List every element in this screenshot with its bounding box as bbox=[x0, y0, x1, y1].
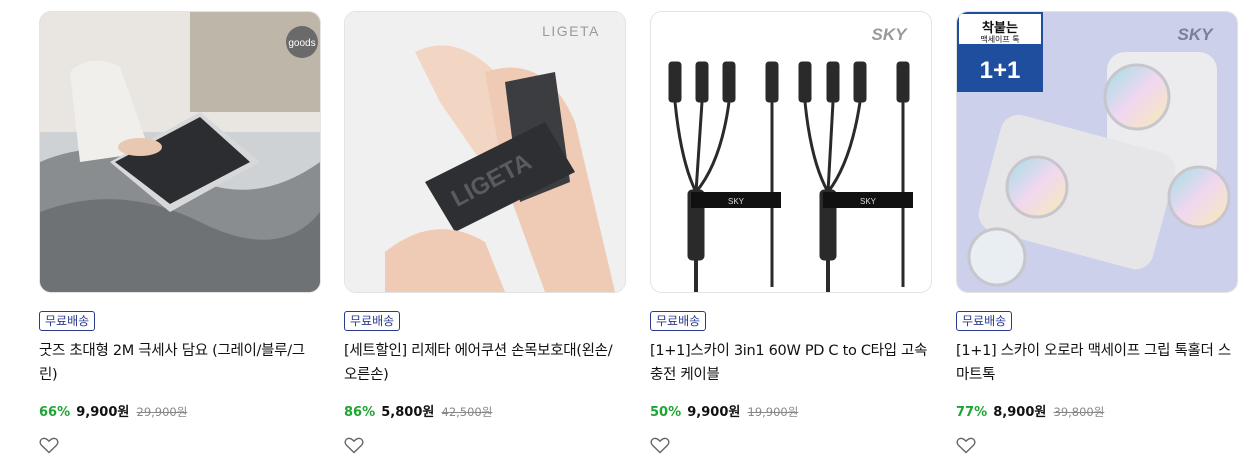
product-image-blanket[interactable]: goods bbox=[39, 11, 321, 293]
product-grid: goods 무료배송 굿즈 초대형 2M 극세사 담요 (그레이/블루/그린) … bbox=[0, 0, 1250, 454]
product-title[interactable]: 굿즈 초대형 2M 극세사 담요 (그레이/블루/그린) bbox=[39, 339, 319, 387]
free-shipping-badge: 무료배송 bbox=[956, 311, 1013, 331]
promo-top-text: 착붙는 bbox=[982, 20, 1018, 36]
brand-logo-text: SKY bbox=[872, 25, 909, 44]
original-price: 19,900원 bbox=[747, 405, 799, 419]
product-image-wrist-brace[interactable]: LIGETA LIGETA bbox=[344, 11, 626, 293]
heart-outline-icon[interactable] bbox=[344, 436, 364, 454]
discount-rate: 86% bbox=[344, 405, 376, 420]
brand-logo-text: goods bbox=[288, 38, 315, 49]
product-title[interactable]: [1+1]스카이 3in1 60W PD C to C타입 고속충전 케이블 bbox=[650, 339, 930, 387]
original-price: 29,900원 bbox=[136, 405, 188, 419]
product-card[interactable]: SKY SKY SKY 무료배송 [1+1]스카이 3in1 60W PD C … bbox=[650, 11, 932, 458]
discount-rate: 66% bbox=[39, 405, 71, 420]
sale-price: 9,900원 bbox=[76, 405, 130, 420]
price-row: 66% 9,900원 29,900원 bbox=[39, 403, 321, 422]
discount-rate: 77% bbox=[956, 405, 988, 420]
free-shipping-badge: 무료배송 bbox=[650, 311, 707, 331]
product-card[interactable]: LIGETA LIGETA 무료배송 [세트할인] 리제타 에어쿠션 손목보호대… bbox=[344, 11, 626, 458]
brand-logo-text: SKY bbox=[1178, 25, 1215, 44]
promo-mid-text: 맥세이프 톡 bbox=[980, 34, 1019, 44]
product-image-grip-holders[interactable]: SKY 착붙는 맥세이프 톡 1+1 bbox=[956, 11, 1238, 293]
heart-outline-icon[interactable] bbox=[956, 436, 976, 454]
brand-logo-text: LIGETA bbox=[542, 23, 600, 39]
promo-big-text: 1+1 bbox=[980, 57, 1021, 84]
product-image-cables[interactable]: SKY SKY SKY bbox=[650, 11, 932, 293]
sale-price: 9,900원 bbox=[687, 405, 741, 420]
original-price: 42,500원 bbox=[441, 405, 493, 419]
price-row: 77% 8,900원 39,800원 bbox=[956, 403, 1238, 422]
free-shipping-badge: 무료배송 bbox=[39, 311, 96, 331]
heart-outline-icon[interactable] bbox=[650, 436, 670, 454]
sale-price: 5,800원 bbox=[381, 405, 435, 420]
product-card[interactable]: SKY 착붙는 맥세이프 톡 1+1 무료배송 [1+1] 스카이 오로라 맥세… bbox=[956, 11, 1238, 458]
cable-label-text: SKY bbox=[728, 197, 745, 206]
discount-rate: 50% bbox=[650, 405, 682, 420]
heart-outline-icon[interactable] bbox=[39, 436, 59, 454]
cable-label-text: SKY bbox=[860, 197, 877, 206]
sale-price: 8,900원 bbox=[993, 405, 1047, 420]
product-title[interactable]: [세트할인] 리제타 에어쿠션 손목보호대(왼손/오른손) bbox=[344, 339, 624, 387]
free-shipping-badge: 무료배송 bbox=[344, 311, 401, 331]
original-price: 39,800원 bbox=[1053, 405, 1105, 419]
price-row: 50% 9,900원 19,900원 bbox=[650, 403, 932, 422]
product-title[interactable]: [1+1] 스카이 오로라 맥세이프 그립 톡홀더 스마트톡 bbox=[956, 339, 1236, 387]
price-row: 86% 5,800원 42,500원 bbox=[344, 403, 626, 422]
product-card[interactable]: goods 무료배송 굿즈 초대형 2M 극세사 담요 (그레이/블루/그린) … bbox=[39, 11, 321, 458]
